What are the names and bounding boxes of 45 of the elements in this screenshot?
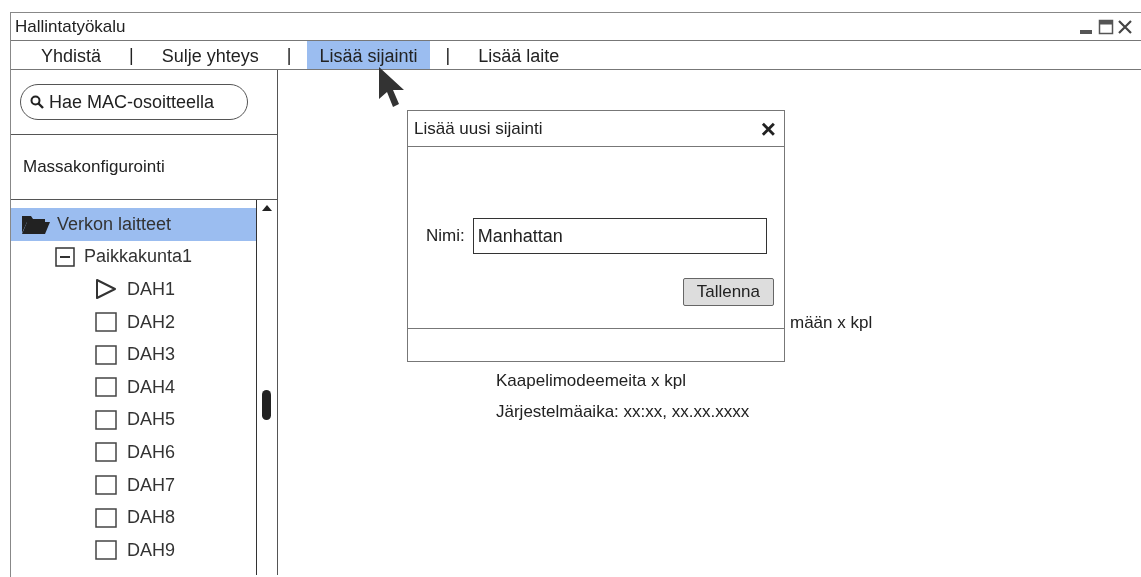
save-button[interactable]: Tallenna: [682, 278, 774, 306]
menu-item[interactable]: Sulje yhteys: [149, 41, 271, 69]
checkbox-icon[interactable]: [95, 506, 117, 529]
checkbox-icon[interactable]: [95, 539, 117, 562]
search-field[interactable]: Hae MAC-osoitteella: [20, 84, 248, 120]
tree-item[interactable]: DAH8: [11, 501, 256, 534]
tree-item[interactable]: DAH2: [11, 305, 256, 339]
name-input-field[interactable]: Manhattan: [472, 218, 767, 254]
info-text: Järjestelmäaika: xx:xx, xx.xx.xxxx: [496, 401, 751, 423]
tree-item[interactable]: DAH4: [11, 370, 256, 404]
tree-item[interactable]: DAH9: [11, 533, 256, 567]
menu-item[interactable]: Lisää laite: [466, 41, 572, 69]
tree-item[interactable]: Verkon laitteet: [11, 208, 256, 241]
scroll-up-icon[interactable]: [261, 204, 273, 212]
menu-separator: |: [128, 43, 135, 67]
menu-item[interactable]: Yhdistä: [29, 41, 114, 69]
checkbox-icon[interactable]: [95, 474, 117, 497]
menu-item[interactable]: Lisää sijainti: [307, 41, 430, 69]
tree-item[interactable]: DAH3: [11, 338, 256, 371]
folder-icon: [21, 213, 51, 236]
close-button[interactable]: ×: [760, 115, 776, 142]
tree-item[interactable]: Paikkakunta1: [11, 240, 256, 274]
tree-item[interactable]: DAH7: [11, 468, 256, 502]
menu-separator: |: [285, 43, 293, 67]
checkbox-icon[interactable]: [95, 343, 117, 366]
tree-item[interactable]: DAH6: [11, 436, 256, 469]
checkbox-icon[interactable]: [95, 311, 117, 334]
tree-item[interactable]: DAH1: [11, 273, 256, 306]
collapse-icon[interactable]: [55, 246, 75, 267]
field-label: Nimi:: [426, 226, 465, 246]
tree-item[interactable]: DAH5: [11, 403, 256, 437]
dialog-title: Lisää uusi sijainti: [414, 118, 543, 139]
maximize-icon[interactable]: [1098, 18, 1114, 35]
window-title: Hallintatyökalu: [15, 16, 126, 37]
checkbox-icon[interactable]: [95, 408, 117, 431]
checkbox-icon[interactable]: [95, 376, 117, 399]
bulk-config-link[interactable]: Massakonfigurointi: [23, 157, 165, 177]
info-text: Kaapelimodeemeita x kpl: [496, 370, 687, 392]
menu-separator: |: [444, 43, 452, 67]
checkbox-icon[interactable]: [95, 441, 117, 464]
info-text: mään x kpl: [790, 312, 874, 334]
scrollbar-thumb[interactable]: [262, 390, 271, 420]
play-triangle-icon: [95, 278, 117, 301]
search-icon: [30, 95, 44, 109]
close-icon[interactable]: [1117, 18, 1133, 35]
